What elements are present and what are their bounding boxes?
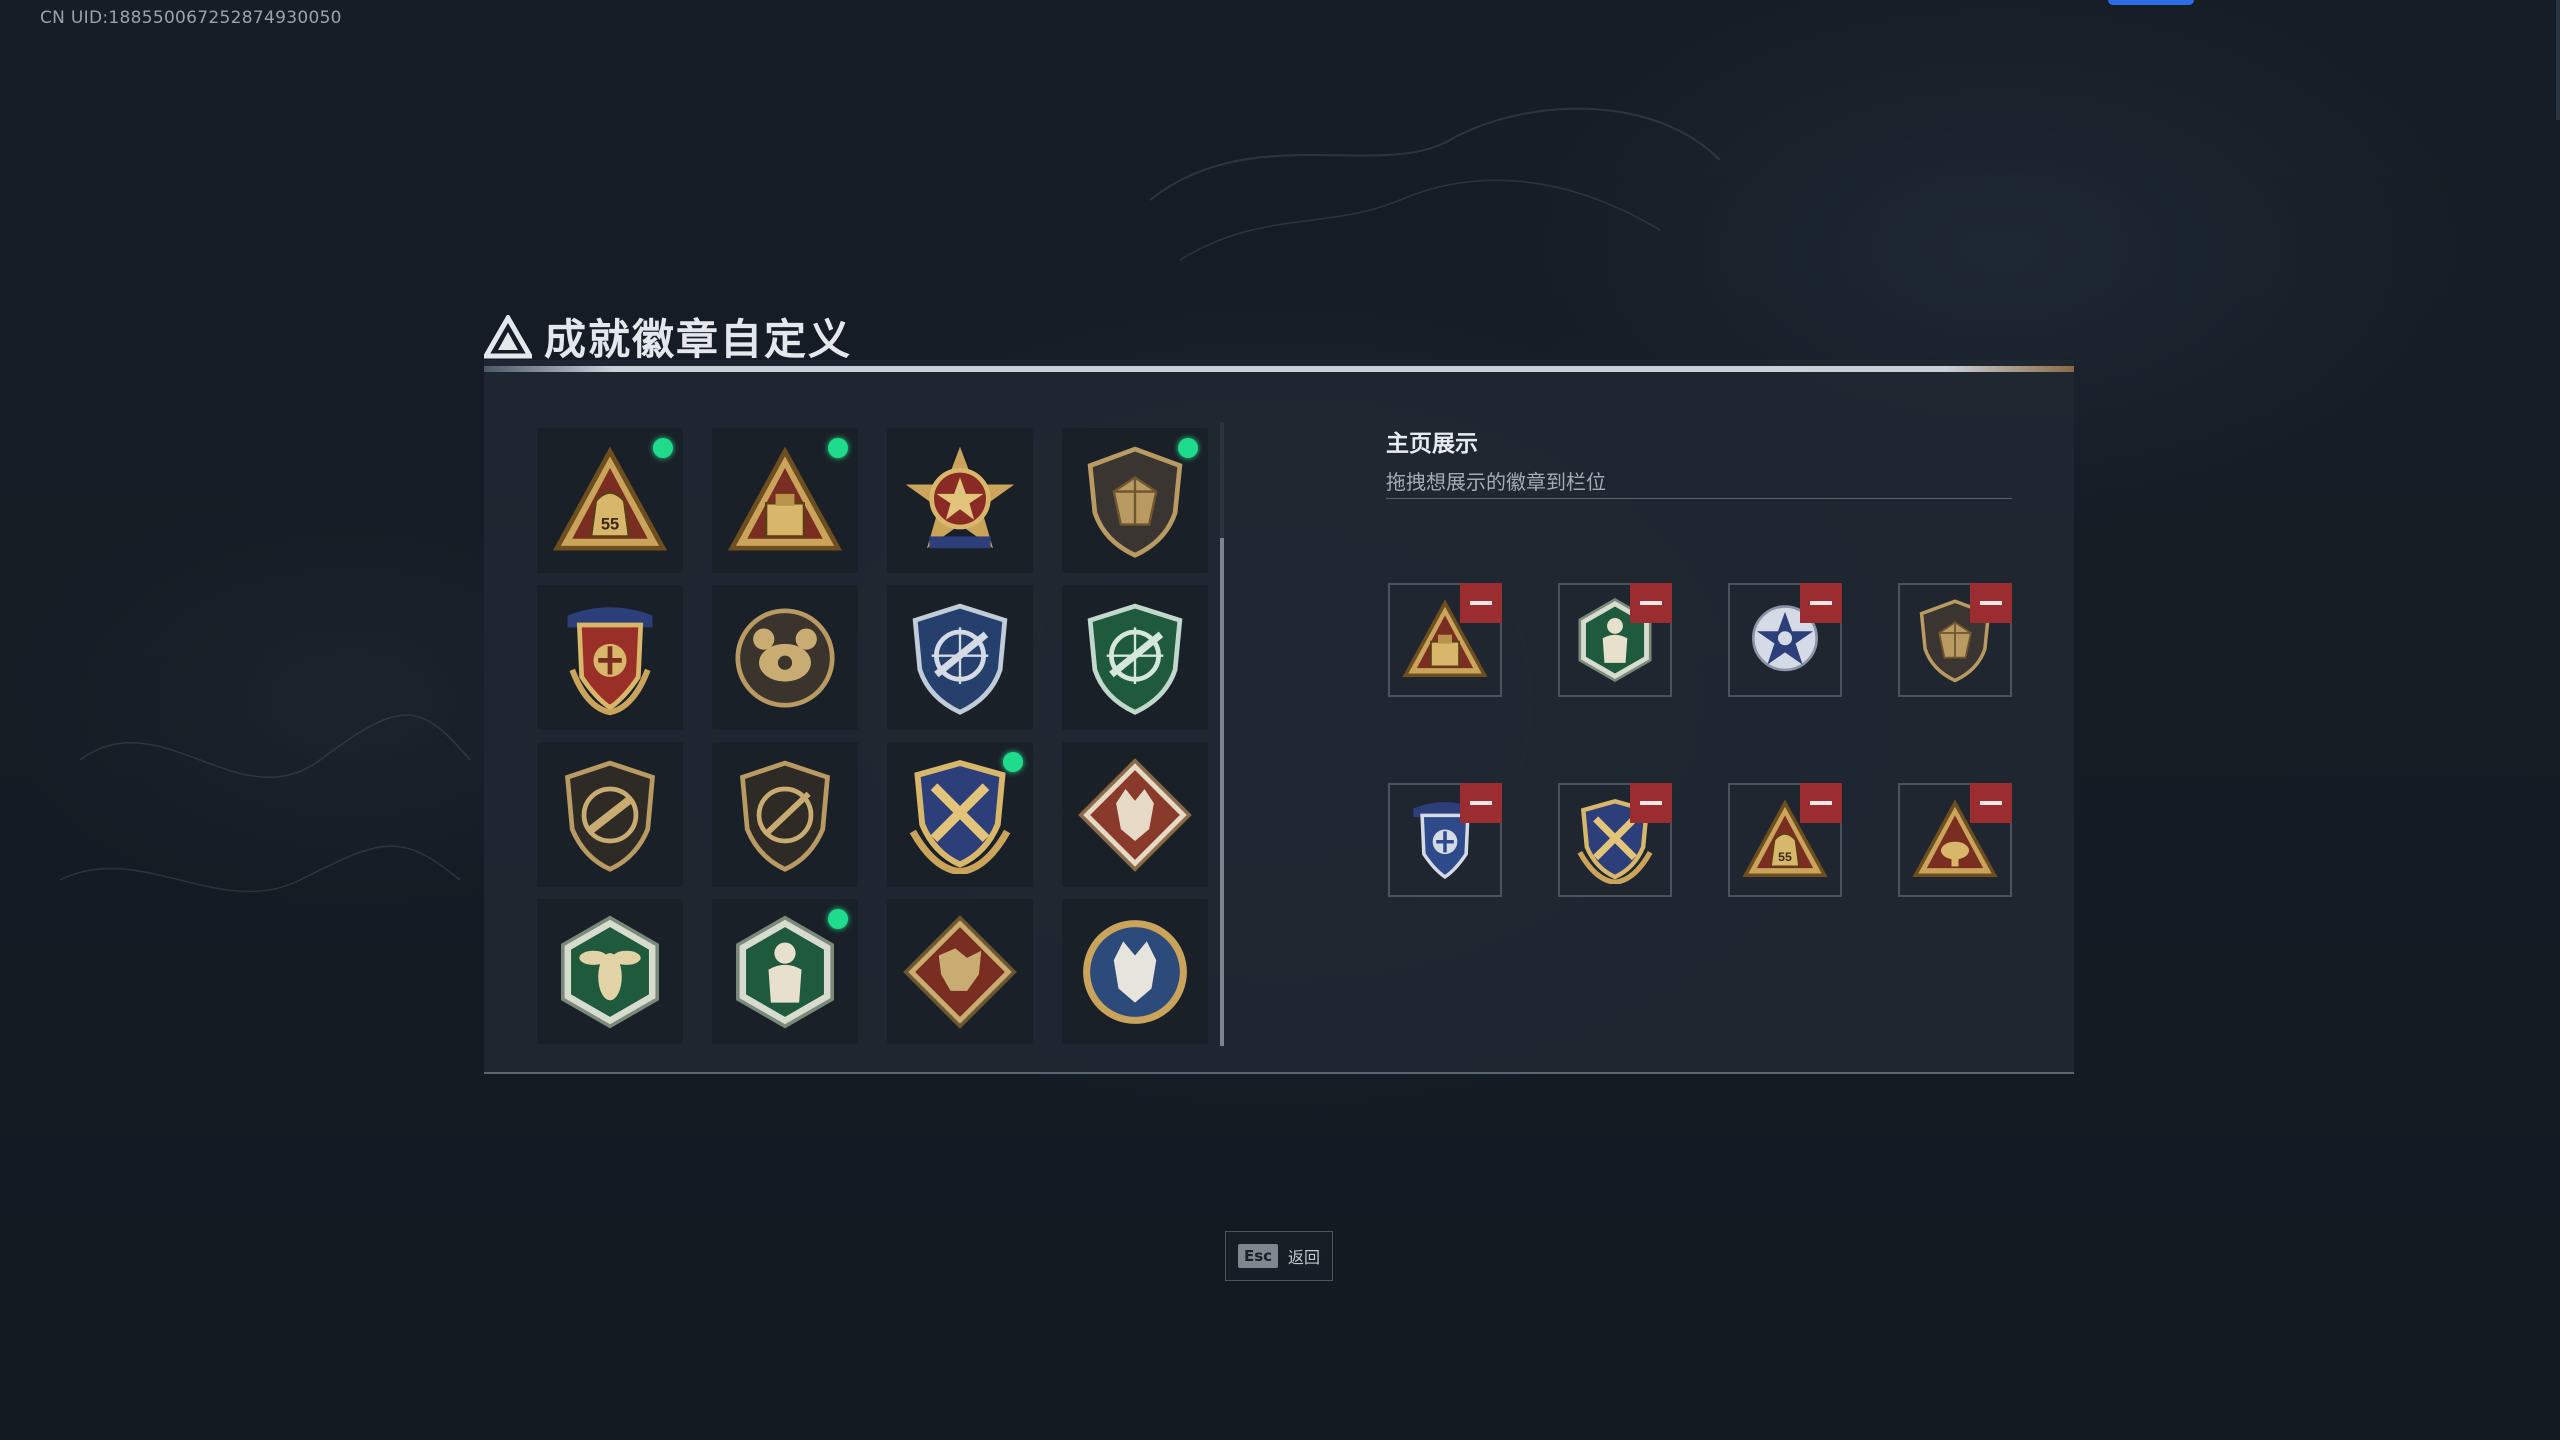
panel-top-bar bbox=[484, 366, 2074, 372]
badge-cell[interactable] bbox=[887, 428, 1033, 573]
gem-shield-badge-icon bbox=[1076, 442, 1194, 560]
badge-cell[interactable] bbox=[537, 742, 683, 887]
blue-wolf-circle-badge-icon bbox=[1076, 913, 1194, 1031]
crab-badge-icon bbox=[726, 599, 844, 717]
red-wolf-diamond-badge-icon bbox=[1076, 756, 1194, 874]
back-button[interactable]: Esc 返回 bbox=[1225, 1231, 1333, 1281]
showcase-divider bbox=[1386, 498, 2012, 499]
badge-cell[interactable] bbox=[887, 585, 1033, 730]
back-label: 返回 bbox=[1288, 1248, 1321, 1267]
showcase-hint: 拖拽想展示的徽章到栏位 bbox=[1386, 470, 1606, 494]
showcase-slot[interactable] bbox=[1728, 783, 1842, 897]
badge-collection-grid bbox=[537, 428, 1208, 1044]
remove-badge-button[interactable] bbox=[1970, 583, 2012, 623]
remove-badge-button[interactable] bbox=[1460, 783, 1502, 823]
shotgun-shield-badge-icon bbox=[726, 756, 844, 874]
remove-badge-button[interactable] bbox=[1800, 583, 1842, 623]
new-indicator-dot bbox=[1178, 438, 1198, 458]
new-indicator-dot bbox=[828, 909, 848, 929]
page-title: 成就徽章自定义 bbox=[544, 315, 853, 364]
remove-badge-button[interactable] bbox=[1630, 783, 1672, 823]
top-tab-indicator bbox=[2108, 0, 2194, 5]
badge-cell[interactable] bbox=[537, 585, 683, 730]
skull-star-badge-icon bbox=[901, 442, 1019, 560]
badge-cell[interactable] bbox=[712, 585, 858, 730]
gold-cross-weapon-badge-icon bbox=[901, 756, 1019, 874]
new-indicator-dot bbox=[1003, 752, 1023, 772]
green-hornet-badge-icon bbox=[551, 913, 669, 1031]
badge-cell[interactable] bbox=[887, 742, 1033, 887]
badge-cell[interactable] bbox=[712, 428, 858, 573]
remove-badge-button[interactable] bbox=[1630, 583, 1672, 623]
eagle-laurel-badge-icon bbox=[551, 599, 669, 717]
tri-bag-55-badge-icon bbox=[551, 442, 669, 560]
showcase-slot[interactable] bbox=[1898, 783, 2012, 897]
showcase-title: 主页展示 bbox=[1386, 431, 1478, 457]
badge-cell[interactable] bbox=[712, 742, 858, 887]
showcase-slot[interactable] bbox=[1898, 583, 2012, 697]
remove-badge-button[interactable] bbox=[1800, 783, 1842, 823]
showcase-slot[interactable] bbox=[1388, 583, 1502, 697]
blue-rifle-shield-badge-icon bbox=[901, 599, 1019, 717]
green-soldier-badge-icon bbox=[726, 913, 844, 1031]
showcase-slot[interactable] bbox=[1558, 583, 1672, 697]
showcase-header: 主页展示 拖拽想展示的徽章到栏位 bbox=[1386, 424, 1606, 495]
new-indicator-dot bbox=[828, 438, 848, 458]
badge-cell[interactable] bbox=[887, 899, 1033, 1044]
showcase-slot[interactable] bbox=[1388, 783, 1502, 897]
badge-cell[interactable] bbox=[1062, 899, 1208, 1044]
badge-cell[interactable] bbox=[1062, 742, 1208, 887]
remove-badge-button[interactable] bbox=[1970, 783, 2012, 823]
scroll-edge bbox=[2556, 0, 2560, 120]
badge-cell[interactable] bbox=[712, 899, 858, 1044]
showcase-slot[interactable] bbox=[1728, 583, 1842, 697]
remove-badge-button[interactable] bbox=[1460, 583, 1502, 623]
badge-scroll-thumb[interactable] bbox=[1220, 538, 1224, 1046]
badge-cell[interactable] bbox=[1062, 428, 1208, 573]
badge-cell[interactable] bbox=[537, 899, 683, 1044]
new-indicator-dot bbox=[653, 438, 673, 458]
esc-key-icon: Esc bbox=[1237, 1244, 1279, 1268]
badge-cell[interactable] bbox=[537, 428, 683, 573]
user-uid: CN UID:188550067252874930050 bbox=[40, 8, 342, 28]
showcase-slot-grid bbox=[1388, 583, 2012, 897]
badge-cell[interactable] bbox=[1062, 585, 1208, 730]
showcase-slot[interactable] bbox=[1558, 783, 1672, 897]
page-header: 成就徽章自定义 bbox=[484, 306, 852, 367]
tri-crate-badge-icon bbox=[726, 442, 844, 560]
green-rifle-shield-badge-icon bbox=[1076, 599, 1194, 717]
red-dragon-diamond-badge-icon bbox=[901, 913, 1019, 1031]
pistol-shield-badge-icon bbox=[551, 756, 669, 874]
delta-logo-icon bbox=[484, 314, 532, 358]
